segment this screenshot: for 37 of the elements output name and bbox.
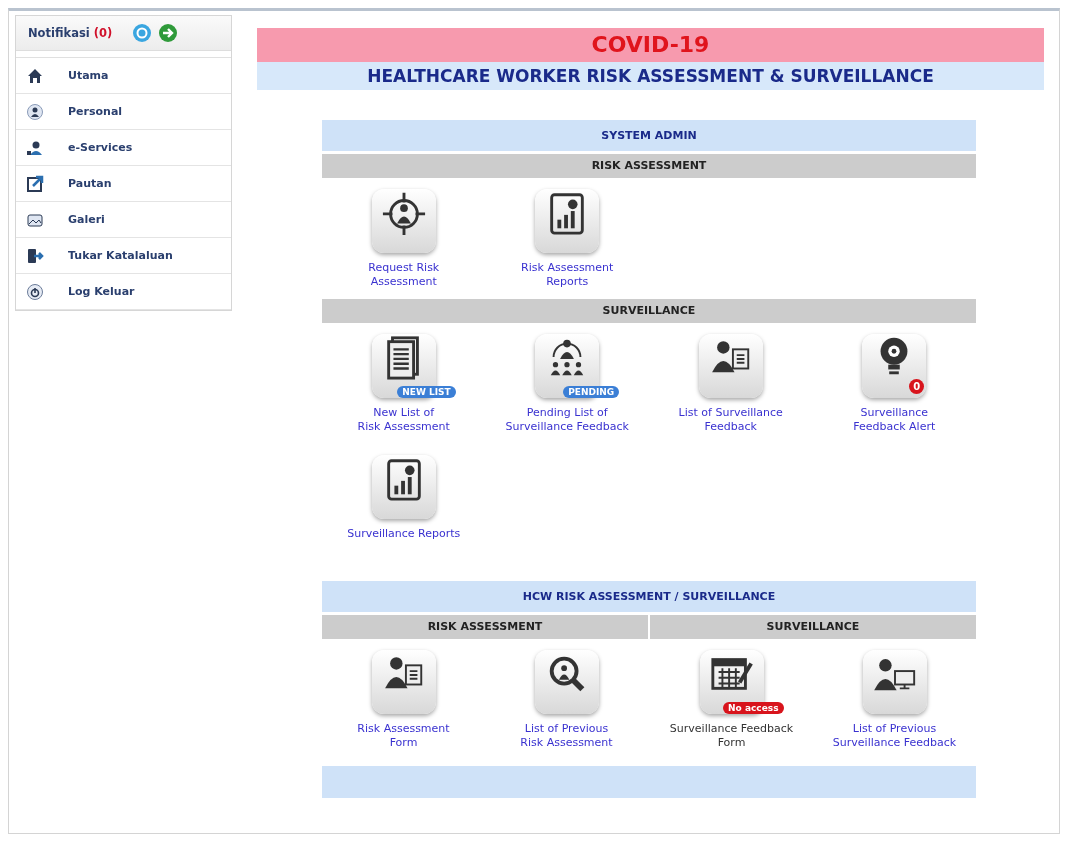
section-heading: RISK ASSESSMENT: [322, 154, 976, 178]
notification-count: (0): [93, 26, 113, 40]
tile-link[interactable]: Surveillance Feedback Alert: [853, 406, 936, 434]
sidebar-item[interactable]: Pautan: [68, 177, 112, 190]
status-badge: PENDING: [563, 386, 620, 398]
sidebar-item[interactable]: Log Keluar: [68, 285, 135, 298]
banner-subtitle: HEALTHCARE WORKER RISK ASSESSMENT & SURVEILLANCE: [257, 62, 1044, 90]
banner-title: COVID-19: [257, 28, 1044, 62]
tile-link[interactable]: Request Risk Assessment: [368, 261, 440, 289]
status-badge: NEW LIST: [397, 386, 456, 398]
tile-link[interactable]: Risk Assessment Form: [357, 722, 450, 750]
sidebar-item[interactable]: Utama: [68, 69, 109, 82]
panel-title: HCW RISK ASSESSMENT / SURVEILLANCE: [322, 581, 976, 612]
external-link-icon: [26, 174, 44, 193]
arrow-right-icon[interactable]: [158, 23, 179, 43]
section-heading: SURVEILLANCE: [322, 299, 976, 323]
person-icon: [26, 102, 44, 121]
exit-door-icon: [26, 246, 44, 265]
tile-link[interactable]: Risk Assessment Reports: [521, 261, 614, 289]
tile-link[interactable]: List of Previous Risk Assessment: [520, 722, 613, 750]
tile-link[interactable]: List of Surveillance Feedback: [678, 406, 783, 434]
tile-link[interactable]: Surveillance Reports: [347, 527, 461, 541]
home-icon: [26, 66, 44, 85]
tile-link[interactable]: Pending List of Surveillance Feedback: [505, 406, 629, 434]
tile-link[interactable]: New List of Risk Assessment: [357, 406, 450, 434]
sidebar-item[interactable]: Personal: [68, 105, 123, 118]
section-heading: RISK ASSESSMENT: [322, 615, 648, 639]
sidebar-item[interactable]: Tukar Katalaluan: [68, 249, 173, 262]
sidebar-item[interactable]: e-Services: [68, 141, 133, 154]
section-heading: SURVEILLANCE: [650, 615, 976, 639]
power-icon: [26, 282, 44, 301]
panel-title: SYSTEM ADMIN: [322, 120, 976, 151]
notification-title: Notifikasi: [28, 26, 90, 40]
tile-link: Surveillance Feedback Form: [669, 722, 794, 750]
tile-link[interactable]: List of Previous Surveillance Feedback: [832, 722, 957, 750]
status-badge: No access: [723, 702, 784, 714]
sidebar-item[interactable]: Galeri: [68, 213, 105, 226]
